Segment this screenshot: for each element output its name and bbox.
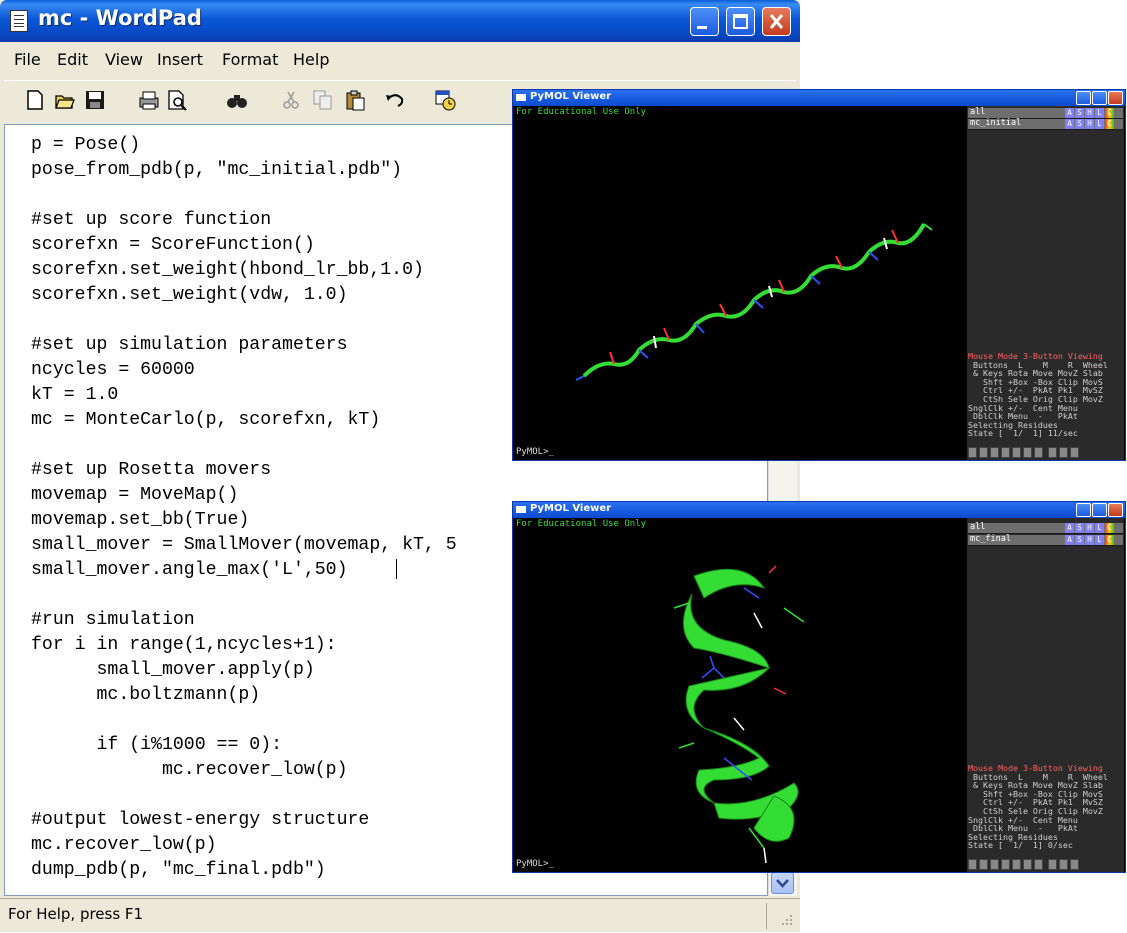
color-button[interactable]: C [1105, 523, 1114, 533]
show-button[interactable]: S [1075, 523, 1084, 533]
cut-icon[interactable] [280, 89, 302, 111]
copy-icon[interactable] [312, 89, 334, 111]
new-icon[interactable] [24, 89, 46, 111]
minimize-button[interactable] [690, 7, 719, 36]
mouse-mode-info: Mouse Mode 3-Button Viewing Buttons L M … [968, 351, 1108, 439]
close-icon [769, 14, 784, 29]
menu-help[interactable]: Help [293, 50, 329, 69]
text-cursor [396, 559, 397, 579]
pymol-maximize-button[interactable] [1092, 503, 1107, 517]
pymol-titlebar[interactable]: PyMOL Viewer [513, 502, 1125, 518]
save-icon[interactable] [84, 89, 106, 111]
pymol-maximize-button[interactable] [1092, 91, 1107, 105]
resize-grip-icon[interactable] [778, 911, 794, 927]
action-button[interactable]: A [1065, 523, 1074, 533]
playback-controls[interactable] [968, 447, 1123, 459]
show-button[interactable]: S [1075, 108, 1084, 118]
menu-view[interactable]: View [105, 50, 143, 69]
pymol-command-prompt[interactable]: PyMOL>_ [516, 859, 554, 869]
status-bar: For Help, press F1 [0, 898, 800, 933]
color-button[interactable]: C [1105, 108, 1114, 118]
pymol-titlebar[interactable]: PyMOL Viewer [513, 90, 1125, 106]
object-panel: all A S H L C mc_initial A S H L C Mouse… [967, 106, 1124, 460]
color-button[interactable]: C [1105, 119, 1114, 129]
open-icon[interactable] [54, 89, 76, 111]
undo-icon[interactable] [384, 89, 406, 111]
extended-chain-cartoon [575, 223, 933, 381]
label-button[interactable]: L [1095, 119, 1104, 129]
pymol-close-button[interactable] [1108, 91, 1123, 105]
action-button[interactable]: A [1065, 535, 1074, 545]
menu-bar: File Edit View Insert Format Help [0, 44, 800, 74]
hide-button[interactable]: H [1085, 108, 1094, 118]
menu-insert[interactable]: Insert [157, 50, 203, 69]
paste-icon[interactable] [344, 89, 366, 111]
menu-edit[interactable]: Edit [57, 50, 88, 69]
show-button[interactable]: S [1075, 119, 1084, 129]
action-button[interactable]: A [1065, 108, 1074, 118]
find-icon[interactable] [226, 89, 248, 111]
object-row-all[interactable]: all A S H L C [968, 522, 1123, 534]
molecule-viewport[interactable]: For Educational Use Only PyMOL>_ [514, 106, 967, 460]
playback-controls[interactable] [968, 859, 1123, 871]
label-button[interactable]: L [1095, 108, 1104, 118]
scroll-down-button[interactable] [771, 872, 794, 894]
pymol-minimize-button[interactable] [1076, 91, 1091, 105]
status-text: For Help, press F1 [8, 905, 144, 923]
hide-button[interactable]: H [1085, 119, 1094, 129]
close-button[interactable] [762, 7, 791, 36]
pymol-command-prompt[interactable]: PyMOL>_ [516, 447, 554, 457]
status-separator [766, 903, 767, 929]
pymol-window-final: PyMOL Viewer For Educational Use Only Py… [512, 501, 1126, 873]
wordpad-title: mc - WordPad [38, 6, 202, 30]
print-preview-icon[interactable] [166, 89, 188, 111]
pymol-title: PyMOL Viewer [530, 503, 612, 514]
menu-format[interactable]: Format [222, 50, 278, 69]
wordpad-titlebar[interactable]: mc - WordPad [0, 0, 800, 42]
pymol-window-initial: PyMOL Viewer For Educational Use Only Py… [512, 89, 1126, 461]
maximize-button[interactable] [726, 7, 755, 36]
wordpad-app-icon[interactable] [10, 10, 28, 32]
molecule-viewport[interactable]: For Educational Use Only PyMOL>_ [514, 518, 967, 872]
print-icon[interactable] [138, 89, 160, 111]
pymol-app-icon [516, 506, 526, 513]
object-panel: all A S H L C mc_final A S H L C Mouse M… [967, 518, 1124, 872]
chevron-down-icon [776, 879, 789, 888]
object-row-mc-initial[interactable]: mc_initial A S H L C [968, 118, 1123, 130]
helix-cartoon [673, 565, 805, 864]
pymol-title: PyMOL Viewer [530, 91, 612, 102]
label-button[interactable]: L [1095, 535, 1104, 545]
hide-button[interactable]: H [1085, 535, 1094, 545]
show-button[interactable]: S [1075, 535, 1084, 545]
menu-file[interactable]: File [14, 50, 41, 69]
label-button[interactable]: L [1095, 523, 1104, 533]
hide-button[interactable]: H [1085, 523, 1094, 533]
pymol-minimize-button[interactable] [1076, 503, 1091, 517]
pymol-close-button[interactable] [1108, 503, 1123, 517]
action-button[interactable]: A [1065, 119, 1074, 129]
datetime-icon[interactable] [434, 89, 456, 111]
mouse-mode-info: Mouse Mode 3-Button Viewing Buttons L M … [968, 763, 1108, 851]
pymol-app-icon [516, 94, 526, 101]
color-button[interactable]: C [1105, 535, 1114, 545]
document-text[interactable]: p = Pose() pose_from_pdb(p, "mc_initial.… [31, 133, 457, 883]
object-row-mc-final[interactable]: mc_final A S H L C [968, 534, 1123, 546]
